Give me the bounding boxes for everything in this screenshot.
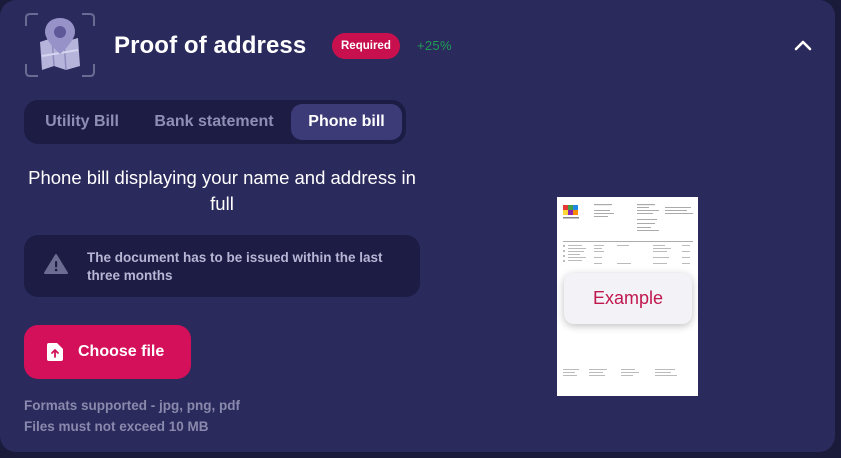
document-type-tabs: Utility Bill Bank statement Phone bill <box>24 100 406 144</box>
warning-icon <box>44 253 68 275</box>
tab-bank-statement[interactable]: Bank statement <box>140 104 288 140</box>
proof-of-address-card: Proof of address Required +25% Utility B… <box>0 0 835 452</box>
required-badge: Required <box>332 33 400 59</box>
supported-formats: Formats supported - jpg, png, pdf <box>24 398 240 413</box>
page-title: Proof of address <box>114 32 307 59</box>
choose-file-button[interactable]: Choose file <box>24 325 191 379</box>
collapse-button[interactable] <box>788 30 818 60</box>
file-size-limit: Files must not exceed 10 MB <box>24 419 209 434</box>
notice-text: The document has to be issued within the… <box>87 250 383 283</box>
choose-file-label: Choose file <box>78 343 165 360</box>
document-description: Phone bill displaying your name and addr… <box>28 167 416 214</box>
tab-utility-bill[interactable]: Utility Bill <box>30 104 134 140</box>
example-button[interactable]: Example <box>564 273 692 324</box>
progress-percent: +25% <box>417 38 452 53</box>
tab-phone-bill[interactable]: Phone bill <box>291 104 402 140</box>
chevron-up-icon <box>794 40 812 51</box>
issue-date-notice: The document has to be issued within the… <box>24 235 420 297</box>
upload-icon <box>45 342 65 362</box>
location-pin-map-icon <box>24 12 96 78</box>
upload-requirements: Formats supported - jpg, png, pdf Files … <box>24 395 240 437</box>
